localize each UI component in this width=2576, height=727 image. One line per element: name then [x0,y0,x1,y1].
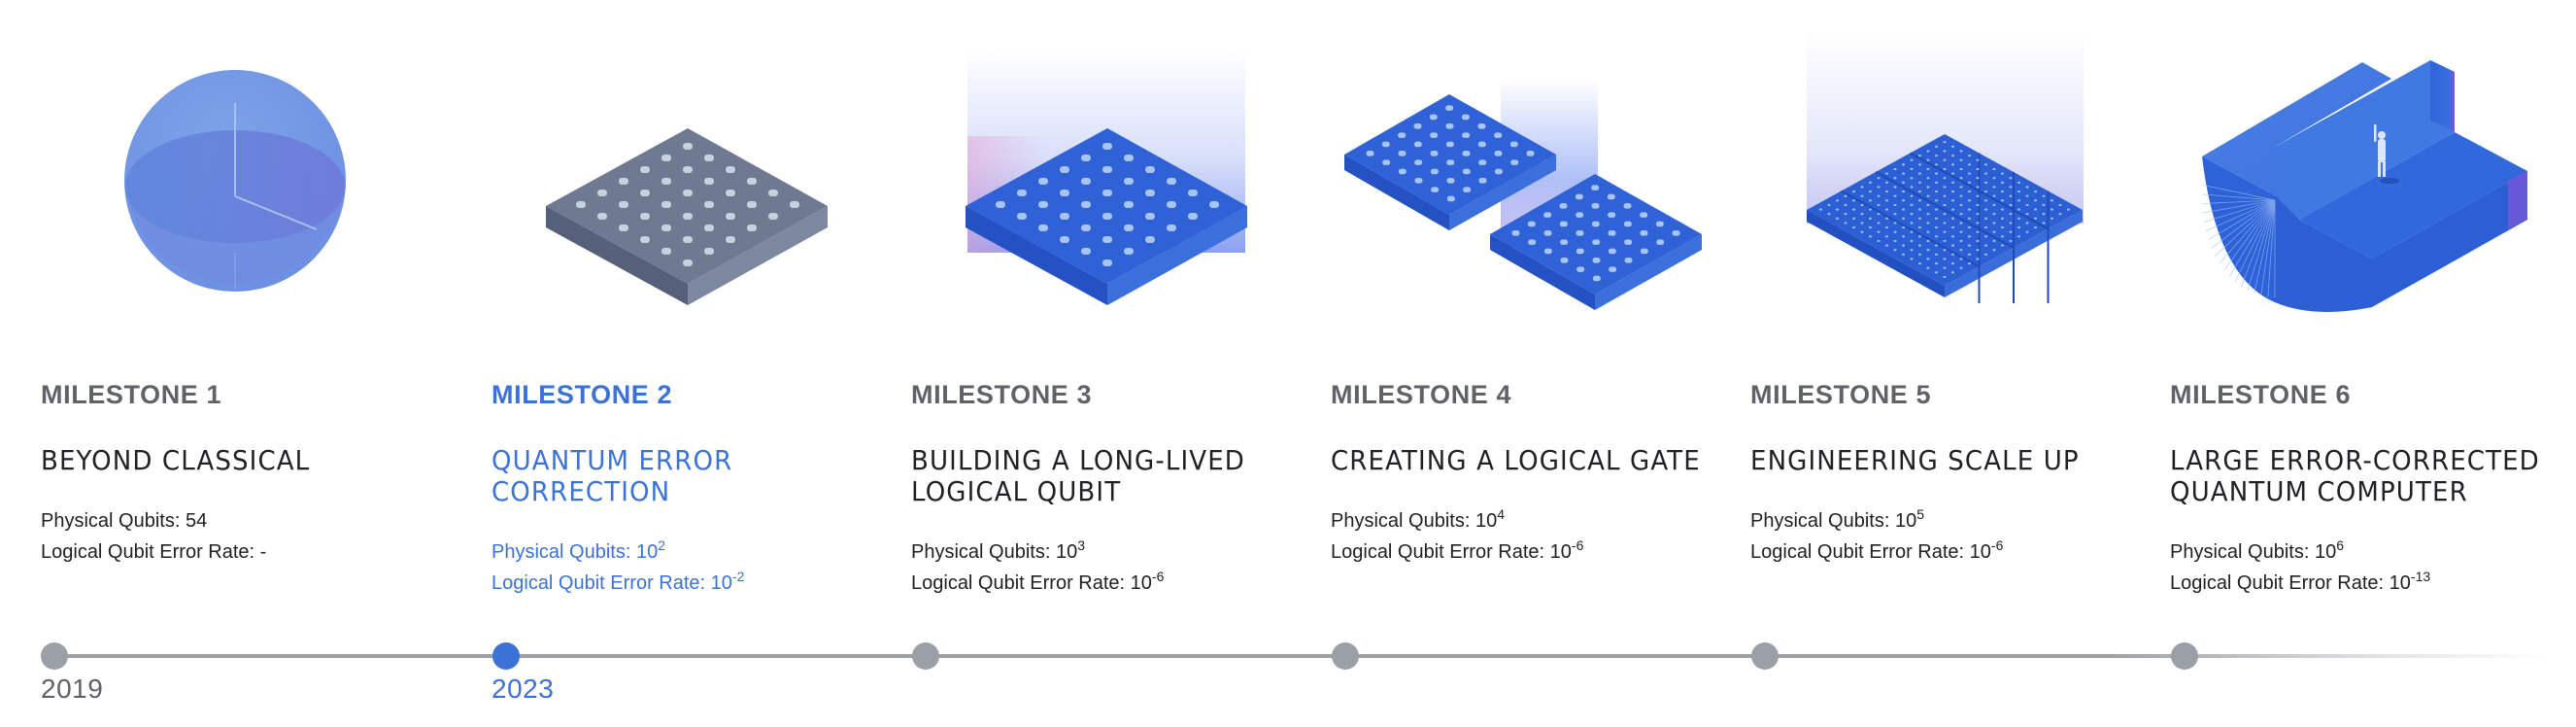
milestone-title-line: LOGICAL QUBIT [911,475,1122,507]
timeline-dot-1[interactable] [41,642,68,670]
physical-qubits-exponent: 3 [1077,537,1085,553]
error-rate: Logical Qubit Error Rate: 10-6 [1750,537,2158,568]
milestone-title-line: CREATING A LOGICAL GATE [1331,444,1701,476]
physical-qubits-value: 10 [635,541,659,563]
timeline-dot-2[interactable] [492,642,520,670]
physical-qubits-label: Physical Qubits: [911,541,1056,563]
timeline-dot-3[interactable] [912,642,939,670]
physical-qubits-exponent: 2 [658,537,665,553]
milestone-1: MILESTONE 1 BEYOND CLASSICAL Physical Qu… [41,377,449,568]
milestone-title-line: ENGINEERING SCALE UP [1750,444,2080,476]
physical-qubits-label: Physical Qubits: [1750,510,1895,532]
error-rate-label: Logical Qubit Error Rate: [491,572,711,594]
physical-qubits-label: Physical Qubits: [2170,541,2315,563]
milestone-title-line: CORRECTION [491,475,671,507]
physical-qubits: Physical Qubits: 105 [1750,505,2158,537]
error-rate-value: 10 [710,572,732,594]
gray-chip-icon [546,128,828,305]
year-label-2: 2023 [491,674,555,704]
milestone-2: MILESTONE 2 QUANTUM ERROR CORRECTION Phy… [491,377,899,599]
physical-qubits-exponent: 4 [1497,506,1505,522]
milestone-title-line: QUANTUM ERROR [491,444,733,476]
error-rate-value: 10 [2389,572,2411,594]
timeline-dot-6[interactable] [2171,642,2198,670]
error-rate-exponent: -6 [1990,537,2004,553]
milestone-stats: Physical Qubits: 105 Logical Qubit Error… [1750,505,2158,568]
physical-qubits: Physical Qubits: 54 [41,505,449,537]
milestone-title: CREATING A LOGICAL GATE [1331,445,1711,476]
error-rate-value: 10 [1549,541,1572,563]
physical-qubits: Physical Qubits: 104 [1331,505,1739,537]
error-rate-label: Logical Qubit Error Rate: [911,572,1131,594]
error-rate-exponent: -13 [2410,569,2431,584]
milestone-stats: Physical Qubits: 54 Logical Qubit Error … [41,505,449,568]
timeline-dot-5[interactable] [1751,642,1779,670]
milestone-stats: Physical Qubits: 104 Logical Qubit Error… [1331,505,1739,568]
milestone-title: ENGINEERING SCALE UP [1750,445,2130,476]
error-rate: Logical Qubit Error Rate: 10-13 [2170,568,2576,599]
error-rate: Logical Qubit Error Rate: 10-2 [491,568,899,599]
physical-qubits-value: 10 [1055,541,1078,563]
timeline-dot-4[interactable] [1332,642,1359,670]
milestone-stats: Physical Qubits: 102 Logical Qubit Error… [491,537,899,599]
error-rate-label: Logical Qubit Error Rate: [2170,572,2390,594]
milestone-label: MILESTONE 1 [41,380,222,409]
physical-qubits-exponent: 6 [2336,537,2344,553]
milestone-title-line: BUILDING A LONG-LIVED [911,444,1245,476]
error-rate-label: Logical Qubit Error Rate: [1331,541,1550,563]
milestone-title: BUILDING A LONG-LIVED LOGICAL QUBIT [911,445,1291,507]
error-rate-label: Logical Qubit Error Rate: [41,541,260,563]
large-quantum-computer-icon [2202,60,2527,312]
milestone-title: BEYOND CLASSICAL [41,445,421,476]
milestone-4: MILESTONE 4 CREATING A LOGICAL GATE Phys… [1331,377,1739,568]
milestone-6: MILESTONE 6 LARGE ERROR-CORRECTED QUANTU… [2170,377,2576,599]
year-label-1: 2019 [41,674,104,704]
physical-qubits: Physical Qubits: 102 [491,537,899,568]
error-rate: Logical Qubit Error Rate: 10-6 [1331,537,1739,568]
milestone-title-line: LARGE ERROR-CORRECTED [2170,444,2540,476]
tiled-chip-array-icon [1807,134,2083,303]
milestone-label: MILESTONE 2 [491,380,673,409]
milestone-label: MILESTONE 3 [911,380,1093,409]
blue-chip-icon [966,128,1247,305]
milestone-title: LARGE ERROR-CORRECTED QUANTUM COMPUTER [2170,445,2550,507]
physical-qubits-value: 54 [185,510,208,532]
milestone-label: MILESTONE 6 [2170,380,2352,409]
physical-qubits-value: 10 [2314,541,2337,563]
milestone-5: MILESTONE 5 ENGINEERING SCALE UP Physica… [1750,377,2158,568]
physical-qubits-value: 10 [1894,510,1917,532]
milestone-stats: Physical Qubits: 103 Logical Qubit Error… [911,537,1319,599]
milestone-title-line: BEYOND CLASSICAL [41,444,311,476]
milestone-title: QUANTUM ERROR CORRECTION [491,445,871,507]
physical-qubits-label: Physical Qubits: [491,541,636,563]
error-rate-value: 10 [1969,541,1991,563]
milestone-stats: Physical Qubits: 106 Logical Qubit Error… [2170,537,2576,599]
error-rate-exponent: -6 [1571,537,1584,553]
two-chips-icon [1344,94,1702,310]
physical-qubits-label: Physical Qubits: [41,510,186,532]
error-rate-value: 10 [1130,572,1152,594]
physical-qubits-value: 10 [1474,510,1498,532]
physical-qubits-exponent: 5 [1916,506,1924,522]
milestone-label: MILESTONE 5 [1750,380,1932,409]
error-rate-value: - [259,541,267,563]
milestone-3: MILESTONE 3 BUILDING A LONG-LIVED LOGICA… [911,377,1319,599]
error-rate: Logical Qubit Error Rate: - [41,537,449,568]
error-rate-exponent: -6 [1151,569,1165,584]
physical-qubits: Physical Qubits: 103 [911,537,1319,568]
milestone-title-line: QUANTUM COMPUTER [2170,475,2468,507]
error-rate-label: Logical Qubit Error Rate: [1750,541,1970,563]
sphere-icon [124,70,346,292]
error-rate-exponent: -2 [731,569,745,584]
error-rate: Logical Qubit Error Rate: 10-6 [911,568,1319,599]
physical-qubits: Physical Qubits: 106 [2170,537,2576,568]
milestone-label: MILESTONE 4 [1331,380,1512,409]
physical-qubits-label: Physical Qubits: [1331,510,1475,532]
